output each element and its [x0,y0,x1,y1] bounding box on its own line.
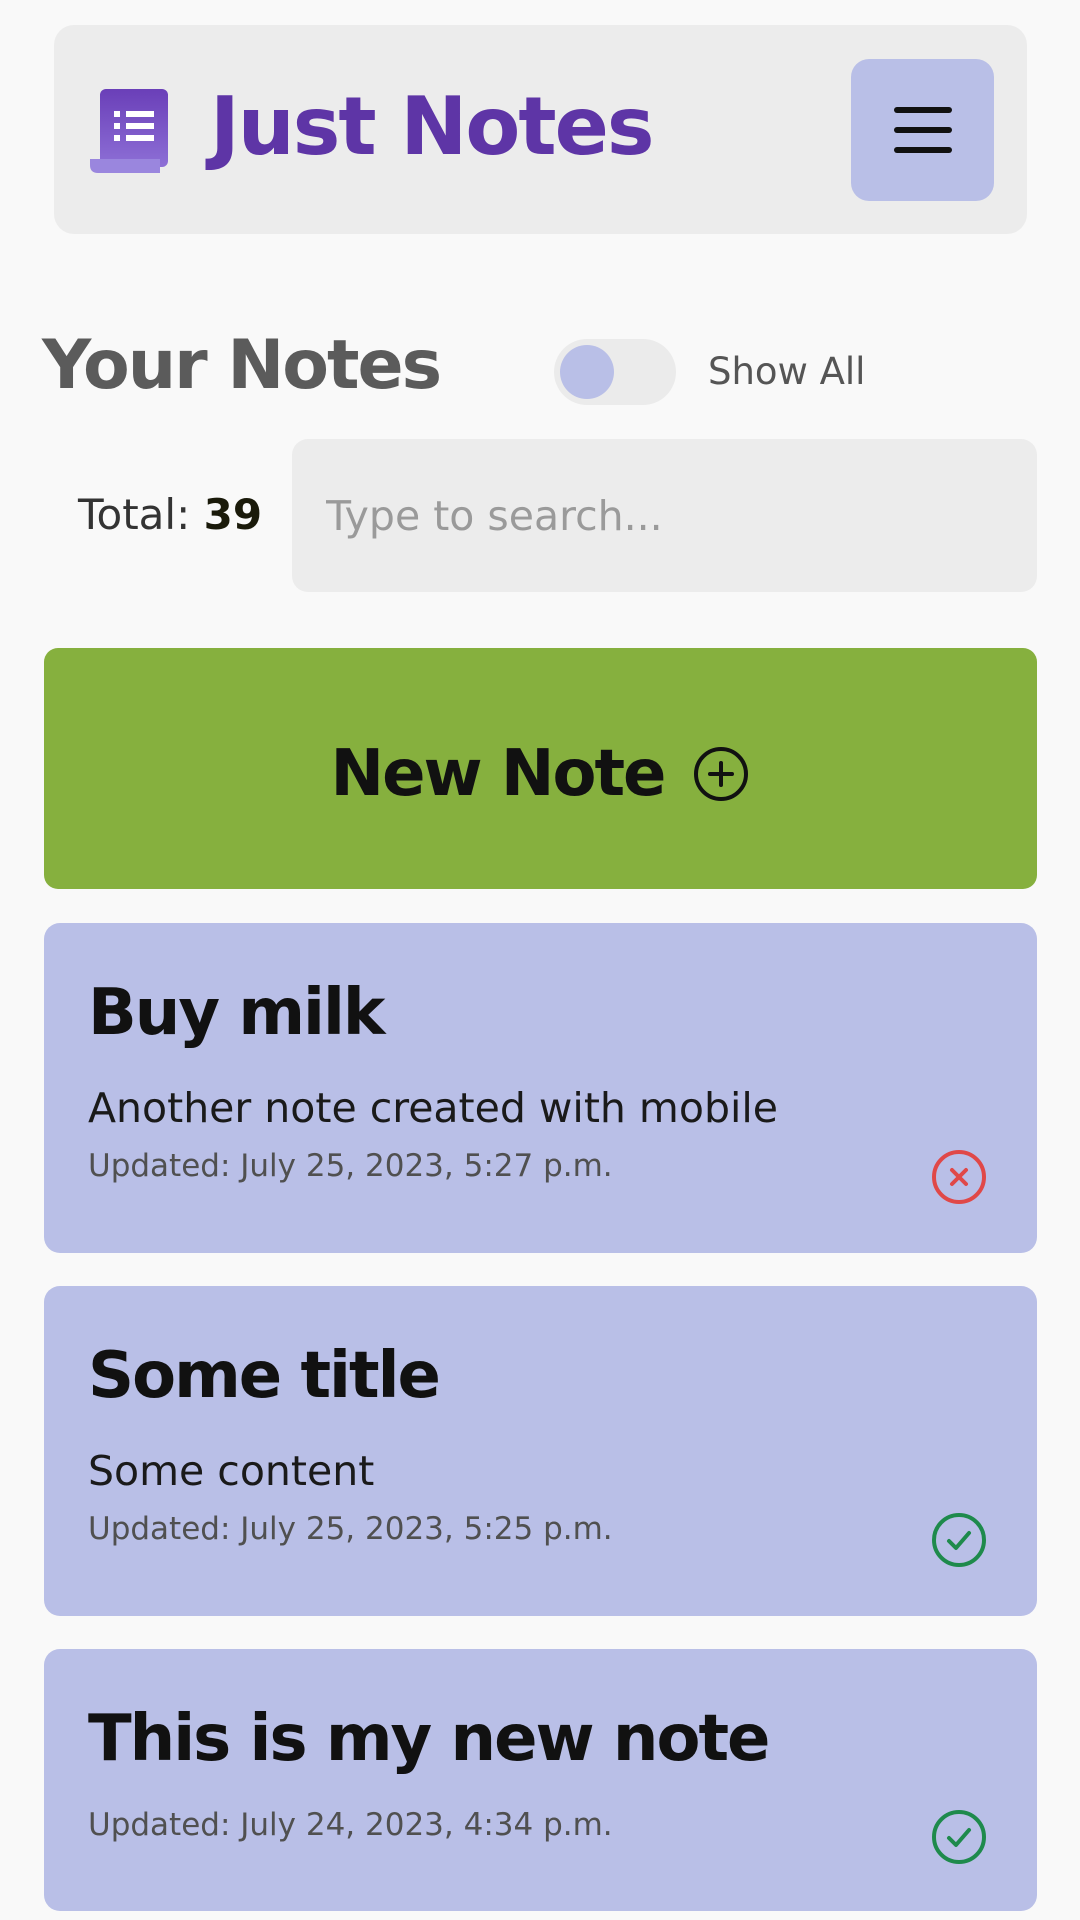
check-circle-icon[interactable] [931,1512,987,1568]
plus-circle-icon [694,746,749,801]
x-circle-icon[interactable] [931,1149,987,1205]
show-all-label: Show All [708,350,866,393]
total-label: Total: [78,490,191,539]
new-note-button[interactable]: New Note [44,648,1037,889]
note-title: Buy milk [88,976,385,1050]
note-content: Some content [88,1447,375,1495]
notes-list-icon [90,89,168,173]
note-updated: Updated: July 25, 2023, 5:25 p.m. [88,1511,613,1547]
note-card[interactable]: Buy milk Another note created with mobil… [44,923,1037,1253]
section-title: Your Notes [42,326,442,405]
app-title[interactable]: Just Notes [210,79,654,175]
check-circle-icon[interactable] [931,1809,987,1865]
note-updated: Updated: July 25, 2023, 5:27 p.m. [88,1148,613,1184]
total-value: 39 [203,490,263,539]
note-updated: Updated: July 24, 2023, 4:34 p.m. [88,1807,613,1843]
note-title: This is my new note [88,1702,770,1776]
show-all-toggle[interactable] [554,339,676,405]
note-title: Some title [88,1339,441,1413]
app-header: Just Notes [54,25,1027,234]
note-card[interactable]: Some title Some content Updated: July 25… [44,1286,1037,1616]
note-card[interactable]: This is my new note Updated: July 24, 20… [44,1649,1037,1911]
toggle-knob [560,345,614,399]
total-count: Total: 39 [78,490,262,540]
note-content: Another note created with mobile [88,1084,778,1132]
hamburger-menu-icon [893,107,952,153]
menu-button[interactable] [851,59,994,201]
new-note-label: New Note [330,736,667,811]
search-input[interactable] [292,439,1037,592]
